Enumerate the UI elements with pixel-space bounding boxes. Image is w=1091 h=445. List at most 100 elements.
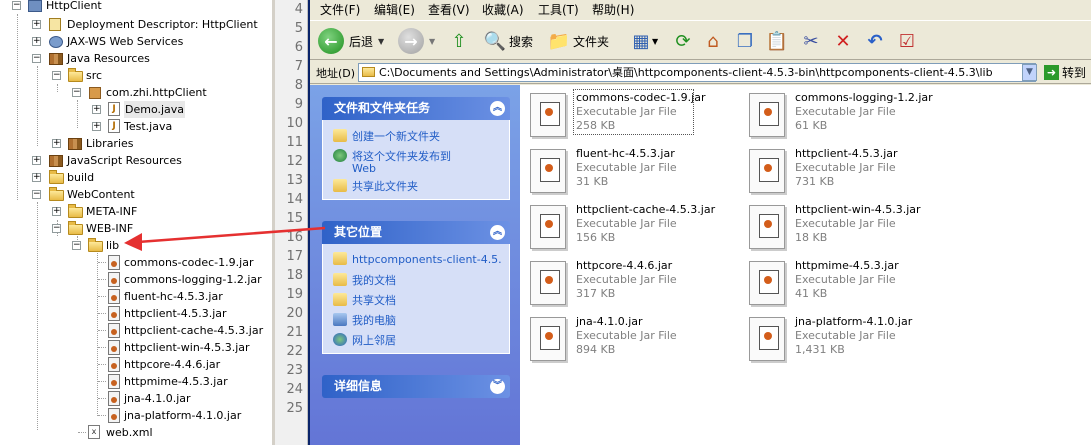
- tree-item-label: commons-logging-1.2.jar: [124, 273, 262, 286]
- line-number: 15: [286, 211, 303, 226]
- address-label: 地址(D): [316, 67, 356, 80]
- menu-view[interactable]: 查看(V): [428, 1, 470, 18]
- collapse-toggle[interactable]: −: [52, 224, 61, 233]
- tree-item-label: com.zhi.httpClient: [106, 86, 207, 99]
- file-item[interactable]: jna-platform-4.1.0.jar Executable Jar Fi…: [749, 315, 954, 365]
- file-name: commons-codec-1.9.jar: [576, 91, 706, 104]
- file-size: 61 KB: [795, 119, 828, 132]
- javascript-resources-icon: [49, 155, 63, 167]
- expand-chevron-icon[interactable]: ︾: [490, 379, 505, 394]
- address-dropdown-button[interactable]: ▼: [1022, 64, 1037, 81]
- tree-item-label: WebContent: [67, 188, 135, 201]
- menu-file[interactable]: 文件(F): [320, 1, 360, 18]
- refresh-button[interactable]: ⟳: [672, 27, 694, 55]
- file-type: Executable Jar File: [795, 273, 896, 286]
- collapse-toggle[interactable]: −: [72, 241, 81, 250]
- place-parent-folder[interactable]: httpcomponents-client-4.5.: [333, 252, 502, 266]
- collapse-chevron-icon[interactable]: ︽: [490, 101, 505, 116]
- paste-button[interactable]: 📋: [766, 27, 788, 55]
- folder-icon: [68, 221, 83, 235]
- task-new-folder[interactable]: 创建一个新文件夹: [333, 128, 440, 144]
- collapse-toggle[interactable]: −: [12, 1, 21, 10]
- file-item[interactable]: commons-codec-1.9.jar Executable Jar Fil…: [530, 89, 735, 141]
- cut-button[interactable]: ✂: [800, 27, 822, 55]
- folder-icon: [333, 252, 347, 265]
- search-icon: 🔍: [483, 30, 507, 52]
- panel-body-tasks: 创建一个新文件夹 将这个文件夹发布到 Web 共享此文件夹: [322, 120, 510, 200]
- expand-toggle[interactable]: +: [52, 139, 61, 148]
- editor-line-gutter: 4 5 6 7 8 9 10 11 12 13 14 15 16 17 18 1…: [275, 0, 308, 445]
- task-publish-web[interactable]: 将这个文件夹发布到: [333, 148, 451, 164]
- expand-toggle[interactable]: +: [92, 122, 101, 131]
- file-item[interactable]: httpclient-cache-4.5.3.jar Executable Ja…: [530, 203, 735, 253]
- properties-button[interactable]: ☑: [896, 27, 918, 55]
- tree-item-label: jna-4.1.0.jar: [124, 392, 191, 405]
- address-input[interactable]: C:\Documents and Settings\Administrator\…: [358, 63, 1036, 82]
- place-my-computer[interactable]: 我的电脑: [333, 312, 396, 328]
- refresh-icon: ⟳: [675, 30, 691, 52]
- expand-toggle[interactable]: +: [92, 105, 101, 114]
- menu-tools[interactable]: 工具(T): [538, 1, 579, 18]
- expand-toggle[interactable]: +: [32, 20, 41, 29]
- collapse-toggle[interactable]: −: [32, 190, 41, 199]
- address-path: C:\Documents and Settings\Administrator\…: [379, 66, 993, 79]
- folders-button[interactable]: 📁 文件夹: [548, 27, 609, 55]
- place-shared-documents[interactable]: 共享文档: [333, 292, 396, 308]
- file-item[interactable]: commons-logging-1.2.jar Executable Jar F…: [749, 91, 954, 141]
- tree-item-label: JAX-WS Web Services: [67, 35, 184, 48]
- collapse-toggle[interactable]: −: [72, 88, 81, 97]
- file-item[interactable]: httpcore-4.4.6.jar Executable Jar File 3…: [530, 259, 735, 309]
- source-folder-icon: [68, 68, 83, 82]
- expand-toggle[interactable]: +: [32, 156, 41, 165]
- go-button[interactable]: ➜ 转到: [1044, 64, 1086, 81]
- panel-header-places[interactable]: 其它位置 ︽: [322, 221, 510, 244]
- menu-help[interactable]: 帮助(H): [592, 1, 634, 18]
- up-folder-button[interactable]: ⇧: [448, 27, 470, 55]
- tree-item-label: Test.java: [124, 120, 173, 133]
- undo-button[interactable]: ↶: [864, 27, 886, 55]
- file-item[interactable]: httpclient-win-4.5.3.jar Executable Jar …: [749, 203, 954, 253]
- panel-header-tasks[interactable]: 文件和文件夹任务 ︽: [322, 97, 510, 120]
- collapse-chevron-icon[interactable]: ︽: [490, 225, 505, 240]
- copy-button[interactable]: ❐: [734, 27, 756, 55]
- web-services-icon: [49, 36, 63, 48]
- file-item[interactable]: fluent-hc-4.5.3.jar Executable Jar File …: [530, 147, 735, 197]
- delete-x-icon: ✕: [835, 30, 851, 52]
- line-number: 19: [286, 287, 303, 302]
- search-button[interactable]: 🔍 搜索: [484, 27, 533, 55]
- file-item[interactable]: httpclient-4.5.3.jar Executable Jar File…: [749, 147, 954, 197]
- back-button[interactable]: ← 后退 ▼: [318, 27, 384, 55]
- tree-item-label: web.xml: [106, 426, 153, 439]
- chevron-down-icon: ▼: [378, 36, 385, 46]
- task-label[interactable]: Web: [352, 162, 376, 175]
- jar-file-icon: [108, 340, 120, 355]
- tree-item-label: WEB-INF: [86, 222, 134, 235]
- place-my-documents[interactable]: 我的文档: [333, 272, 396, 288]
- forward-button[interactable]: → ▼: [398, 27, 435, 55]
- menu-favorites[interactable]: 收藏(A): [482, 1, 524, 18]
- chevron-down-icon: ▼: [429, 36, 436, 46]
- place-label: httpcomponents-client-4.5.: [352, 253, 502, 266]
- file-item[interactable]: httpmime-4.5.3.jar Executable Jar File 4…: [749, 259, 954, 309]
- collapse-toggle[interactable]: −: [52, 71, 61, 80]
- place-network[interactable]: 网上邻居: [333, 332, 396, 348]
- panel-header-details[interactable]: 详细信息 ︾: [322, 375, 510, 398]
- file-size: 41 KB: [795, 287, 828, 300]
- expand-toggle[interactable]: +: [32, 37, 41, 46]
- expand-toggle[interactable]: +: [32, 173, 41, 182]
- line-number: 8: [294, 78, 303, 93]
- menu-edit[interactable]: 编辑(E): [374, 1, 415, 18]
- file-item[interactable]: jna-4.1.0.jar Executable Jar File 894 KB: [530, 315, 735, 365]
- home-button[interactable]: ⌂: [702, 27, 724, 55]
- file-type: Executable Jar File: [576, 105, 677, 118]
- views-button[interactable]: ▦ ▼: [630, 27, 658, 55]
- task-share-folder[interactable]: 共享此文件夹: [333, 178, 418, 194]
- delete-button[interactable]: ✕: [832, 27, 854, 55]
- collapse-toggle[interactable]: −: [32, 54, 41, 63]
- panel-title: 其它位置: [334, 225, 383, 239]
- jar-file-icon: [749, 317, 785, 361]
- place-label: 我的文档: [352, 274, 396, 287]
- back-arrow-icon: ←: [318, 28, 344, 54]
- expand-toggle[interactable]: +: [52, 207, 61, 216]
- line-number: 12: [286, 154, 303, 169]
